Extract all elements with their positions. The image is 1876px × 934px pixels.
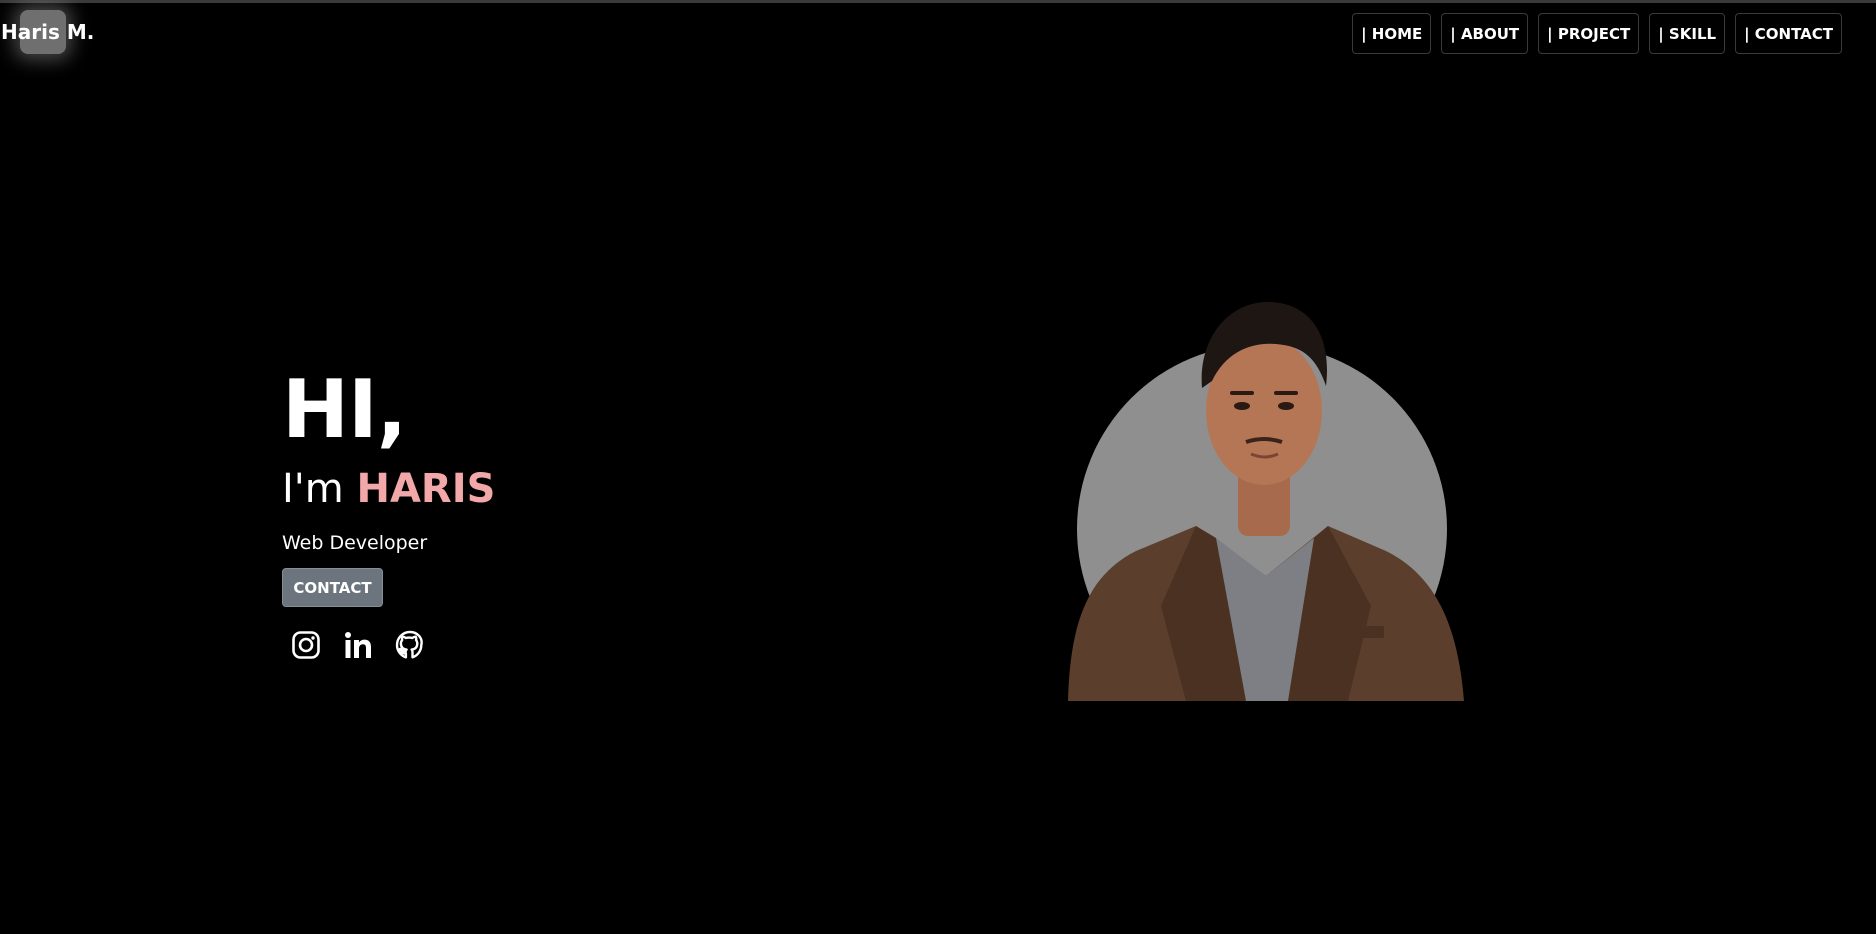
hero-intro: I'm HARIS	[282, 464, 495, 514]
nav-home[interactable]: | HOME	[1352, 13, 1432, 54]
profile-portrait	[1066, 276, 1466, 714]
hero-role: Web Developer	[282, 532, 428, 554]
instagram-icon[interactable]	[290, 629, 322, 661]
logo-text[interactable]: Haris M.	[0, 20, 94, 44]
nav-skill[interactable]: | SKILL	[1649, 13, 1726, 54]
nav-contact[interactable]: | CONTACT	[1735, 13, 1842, 54]
github-icon[interactable]	[394, 629, 426, 661]
hero-section: HI, I'm HARIS Web Developer CONTACT	[282, 365, 495, 661]
main-nav: | HOME | ABOUT | PROJECT | SKILL | CONTA…	[1352, 13, 1842, 54]
top-border	[0, 0, 1876, 3]
hero-greeting: HI,	[282, 363, 407, 456]
nav-project[interactable]: | PROJECT	[1538, 13, 1640, 54]
nav-about[interactable]: | ABOUT	[1441, 13, 1529, 54]
social-links	[290, 629, 495, 661]
contact-button[interactable]: CONTACT	[282, 568, 383, 607]
logo[interactable]: Haris M.	[0, 10, 94, 54]
hero-name: HARIS	[356, 466, 496, 512]
linkedin-icon[interactable]	[342, 629, 374, 661]
intro-prefix: I'm	[282, 466, 357, 512]
